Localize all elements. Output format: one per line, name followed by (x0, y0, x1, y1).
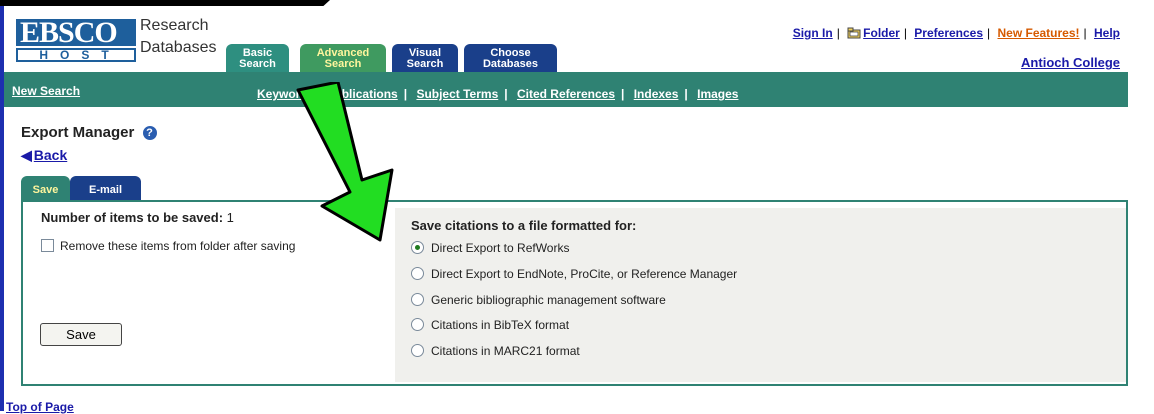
preferences-link[interactable]: Preferences (914, 26, 983, 40)
option-refworks[interactable]: Direct Export to RefWorks (411, 241, 569, 255)
option-label: Citations in MARC21 format (431, 344, 580, 358)
subnav-indexes[interactable]: Indexes (634, 87, 679, 101)
back-link[interactable]: ◀ Back (21, 147, 67, 164)
export-panel: Number of items to be saved: 1 Remove th… (21, 200, 1128, 386)
option-label: Direct Export to RefWorks (431, 241, 570, 255)
radio-marc21[interactable] (411, 344, 424, 357)
brand-line2: Databases (140, 39, 217, 56)
separator: | (1083, 26, 1087, 40)
separator: | (621, 87, 625, 101)
option-label: Direct Export to EndNote, ProCite, or Re… (431, 267, 738, 281)
institution-link[interactable]: Antioch College (1021, 55, 1120, 70)
items-count-label: Number of items to be saved: 1 (41, 210, 234, 225)
remove-from-folder-option[interactable]: Remove these items from folder after sav… (41, 239, 295, 253)
radio-bibtex[interactable] (411, 318, 424, 331)
option-generic[interactable]: Generic bibliographic management softwar… (411, 293, 666, 307)
left-border-bar (0, 0, 4, 411)
sub-navigation-bar: New Search Keyword| Publications| Subjec… (4, 72, 1128, 107)
subnav-images[interactable]: Images (697, 87, 738, 101)
sign-in-link[interactable]: Sign In (793, 26, 833, 40)
help-link[interactable]: Help (1094, 26, 1120, 40)
format-heading: Save citations to a file formatted for: (411, 218, 637, 233)
separator: | (684, 87, 688, 101)
tab-label: Search (239, 58, 276, 70)
radio-endnote[interactable] (411, 267, 424, 280)
tab-advanced-search[interactable]: Advanced Search (300, 44, 386, 72)
separator: | (836, 26, 840, 40)
logo-ebsco-text: EBSCO (16, 18, 136, 48)
option-label: Generic bibliographic management softwar… (431, 293, 666, 307)
tab-label: Databases (482, 58, 539, 70)
page-title-text: Export Manager (21, 124, 135, 141)
radio-generic[interactable] (411, 293, 424, 306)
top-of-page-link[interactable]: Top of Page (6, 400, 74, 414)
brand-line1: Research (140, 17, 209, 34)
brand-text: Research Databases (140, 16, 217, 60)
subnav-cited-references[interactable]: Cited References (517, 87, 615, 101)
items-count-text: Number of items to be saved: (41, 210, 224, 225)
folder-link[interactable]: Folder (863, 26, 900, 40)
back-triangle-icon: ◀ (21, 147, 32, 163)
remove-from-folder-checkbox[interactable] (41, 239, 54, 252)
option-label: Citations in BibTeX format (431, 318, 570, 332)
tab-visual-search[interactable]: Visual Search (392, 44, 458, 72)
save-button[interactable]: Save (40, 323, 122, 346)
separator: | (987, 26, 991, 40)
separator: | (504, 87, 508, 101)
option-bibtex[interactable]: Citations in BibTeX format (411, 318, 569, 332)
new-search-link[interactable]: New Search (12, 84, 80, 98)
option-marc21[interactable]: Citations in MARC21 format (411, 344, 580, 358)
new-features-link[interactable]: New Features! (997, 26, 1079, 40)
items-count-value: 1 (226, 210, 234, 225)
page-title: Export Manager ? (21, 124, 157, 141)
format-options: Save citations to a file formatted for: … (395, 208, 1126, 382)
green-arrow-annotation (296, 82, 394, 242)
tab-choose-databases[interactable]: Choose Databases (464, 44, 557, 72)
folder-icon[interactable] (847, 27, 861, 39)
tab-label: Search (406, 58, 444, 70)
tab-label: Search (324, 58, 362, 70)
logo-host-text: HOST (16, 48, 136, 62)
remove-from-folder-label: Remove these items from folder after sav… (60, 239, 296, 253)
tab-email[interactable]: E-mail (70, 176, 141, 200)
cropped-top-edge (0, 0, 330, 6)
tab-basic-search[interactable]: Basic Search (226, 44, 289, 72)
back-label: Back (33, 147, 68, 163)
option-endnote[interactable]: Direct Export to EndNote, ProCite, or Re… (411, 267, 737, 281)
separator: | (903, 26, 907, 40)
tab-save[interactable]: Save (21, 176, 70, 200)
top-links: Sign In | Folder | Preferences | New Featur… (793, 26, 1120, 40)
ebscohost-logo[interactable]: EBSCO HOST (16, 16, 136, 65)
help-icon[interactable]: ? (142, 126, 157, 140)
